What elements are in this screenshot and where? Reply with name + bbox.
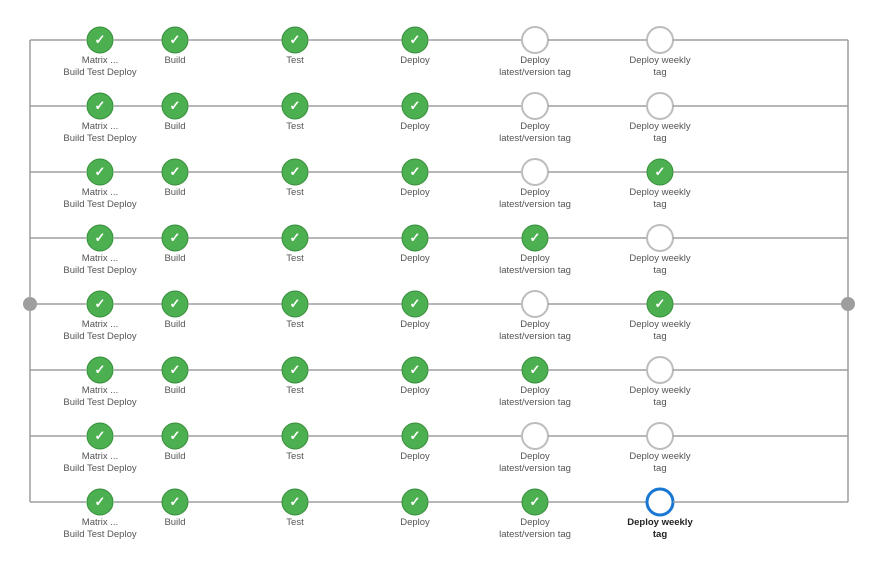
svg-text:✓: ✓ [410,32,421,47]
svg-text:✓: ✓ [290,494,301,509]
svg-text:✓: ✓ [170,164,181,179]
svg-text:✓: ✓ [95,32,106,47]
svg-text:✓: ✓ [95,494,106,509]
svg-text:✓: ✓ [410,164,421,179]
svg-text:✓: ✓ [95,164,106,179]
pipeline-container: ✓✓✓✓✓✓✓✓✓✓✓✓✓✓✓✓✓✓✓✓✓✓✓✓✓✓✓✓✓✓✓✓✓✓✓✓✓ Ma… [0,12,883,557]
svg-text:✓: ✓ [95,230,106,245]
svg-text:✓: ✓ [170,296,181,311]
svg-text:✓: ✓ [290,32,301,47]
svg-text:✓: ✓ [655,164,666,179]
svg-text:✓: ✓ [290,230,301,245]
page-title [0,0,883,12]
svg-text:✓: ✓ [410,230,421,245]
svg-text:✓: ✓ [290,98,301,113]
svg-text:✓: ✓ [170,230,181,245]
svg-text:✓: ✓ [290,296,301,311]
svg-text:✓: ✓ [290,428,301,443]
pipeline-svg: ✓ ✓ ✓ ✓ ✓ ✓ ✓ ✓ ✓ ✓ ✓ ✓ ✓ ✓ ✓ ✓ ✓ ✓ ✓ ✓ ✓ ✓ ✓ ✓ ✓ ✓ ✓ ✓ ✓ ✓ ✓ ✓ ✓ ✓ ✓ ✓ ✓ [0,12,883,557]
svg-text:✓: ✓ [410,296,421,311]
svg-text:✓: ✓ [530,494,541,509]
svg-text:✓: ✓ [655,296,666,311]
svg-text:✓: ✓ [410,428,421,443]
svg-text:✓: ✓ [170,362,181,377]
svg-text:✓: ✓ [170,98,181,113]
svg-text:✓: ✓ [410,362,421,377]
svg-text:✓: ✓ [95,98,106,113]
svg-text:✓: ✓ [170,494,181,509]
svg-text:✓: ✓ [410,494,421,509]
svg-text:✓: ✓ [170,428,181,443]
svg-text:✓: ✓ [95,362,106,377]
svg-text:✓: ✓ [170,32,181,47]
svg-text:✓: ✓ [290,164,301,179]
svg-text:✓: ✓ [410,98,421,113]
svg-text:✓: ✓ [530,230,541,245]
svg-text:✓: ✓ [95,428,106,443]
svg-text:✓: ✓ [95,296,106,311]
svg-text:✓: ✓ [530,362,541,377]
svg-text:✓: ✓ [290,362,301,377]
